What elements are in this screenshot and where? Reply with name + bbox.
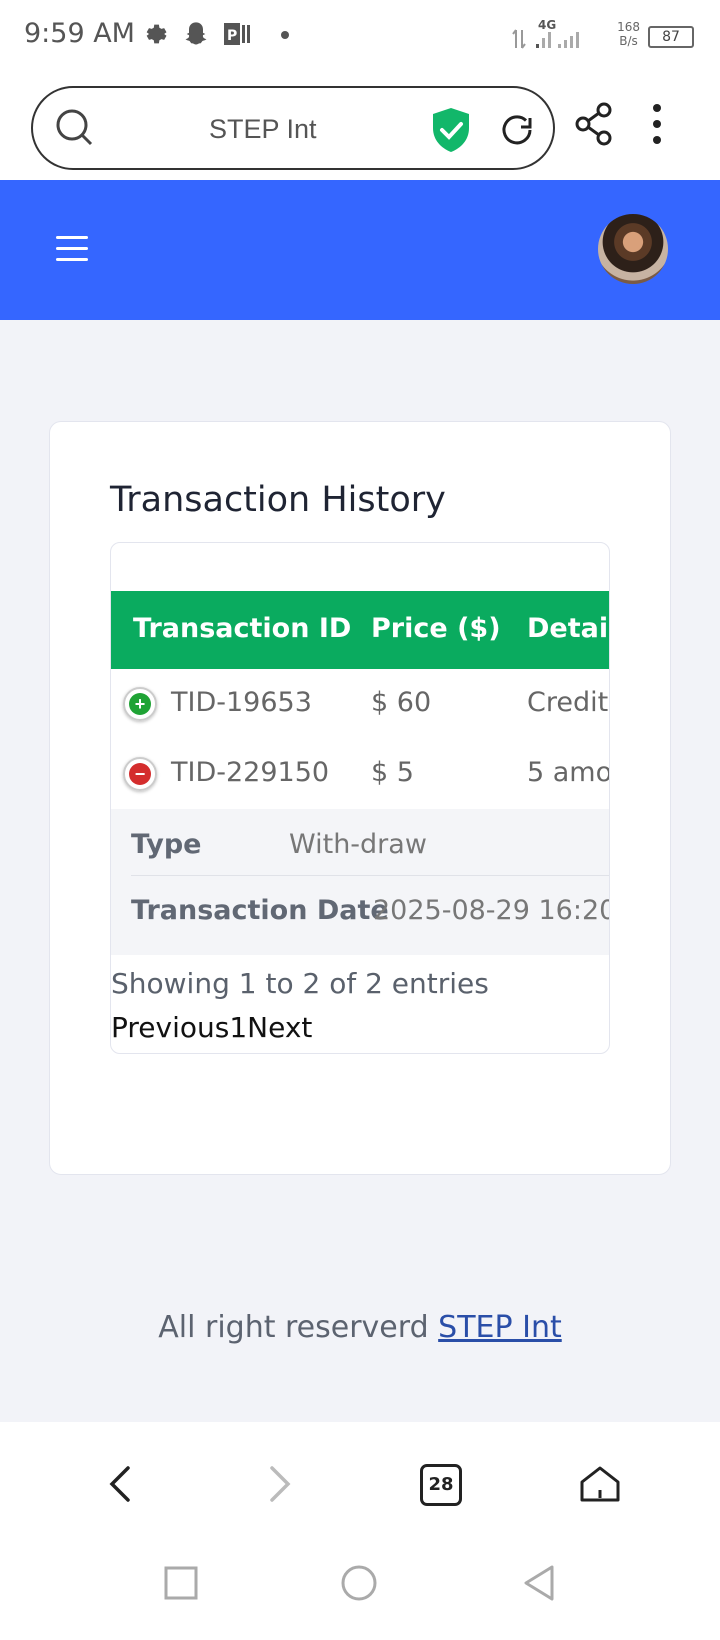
search-icon[interactable] [55,108,95,148]
tabs-count-button[interactable]: 28 [420,1464,462,1506]
settings-gear-icon [146,24,167,44]
detail-date-value: 2025-08-29 16:20 [373,895,610,926]
column-header-detail[interactable]: Detail [527,613,609,644]
shield-check-icon[interactable] [429,106,473,154]
browser-bottom-nav: 28 [0,1422,720,1542]
table-row[interactable]: + TID-19653 $ 60 Credit [111,669,609,740]
app-header [0,180,720,320]
forward-icon[interactable] [268,1464,292,1504]
transaction-price: $ 60 [371,687,432,718]
avatar[interactable] [598,214,668,284]
footer-text: All right reserverd [158,1310,439,1345]
svg-text:P: P [227,28,237,44]
url-text[interactable]: STEP Int [209,114,317,145]
transaction-price: $ 5 [371,757,414,788]
reload-icon[interactable] [497,110,537,150]
detail-type-label: Type [131,829,202,860]
home-icon[interactable] [578,1464,622,1504]
back-triangle-icon[interactable] [522,1564,556,1602]
pagination-previous[interactable]: Previous [111,1011,229,1044]
table-info: Showing 1 to 2 of 2 entries [111,967,489,1000]
network-speed-value: 168 [617,20,640,34]
footer-link[interactable]: STEP Int [438,1310,562,1345]
browser-toolbar: STEP Int [0,72,720,180]
system-nav-bar [0,1542,720,1640]
network-speed: 168 B/s [617,20,640,48]
expand-row-plus-icon[interactable]: + [123,687,157,721]
notification-dot-icon [281,31,289,39]
home-circle-icon[interactable] [340,1564,378,1602]
detail-type-value: With-draw [289,829,427,860]
recents-icon[interactable] [164,1566,198,1600]
status-time: 9:59 AM [24,18,135,49]
parking-app-icon: P [224,23,250,45]
transaction-detail: 5 amo [527,757,610,788]
transaction-id: TID-229150 [171,757,330,788]
menu-icon[interactable] [56,236,88,264]
battery-indicator: 87 [648,26,694,48]
transaction-id: TID-19653 [171,687,312,718]
back-icon[interactable] [108,1464,132,1504]
column-header-price[interactable]: Price ($) [371,613,501,644]
pagination-next[interactable]: Next [247,1011,312,1044]
address-bar[interactable]: STEP Int [31,86,555,170]
table-header: Transaction ID Price ($) Detail [111,591,609,671]
footer: All right reserverd STEP Int [0,1310,720,1345]
status-bar: 9:59 AM P 4G 168 B/s 87 [0,0,720,72]
collapse-row-minus-icon[interactable]: − [123,757,157,791]
snapchat-icon [185,22,207,45]
share-icon[interactable] [574,102,614,146]
column-header-transaction-id[interactable]: Transaction ID [133,613,351,644]
pagination-page-1[interactable]: 1 [229,1011,247,1044]
detail-divider [131,875,609,876]
network-speed-unit: B/s [619,34,638,48]
more-options-icon[interactable] [650,102,664,146]
page-title: Transaction History [110,480,446,520]
transaction-detail: Credit [527,687,609,718]
transaction-table: Transaction ID Price ($) Detail + TID-19… [110,542,610,1054]
row-details: Type With-draw Transaction Date 2025-08-… [111,809,610,955]
pagination: Previous1Next [111,1011,312,1044]
network-type: 4G [538,18,557,32]
detail-date-label: Transaction Date [131,895,389,926]
table-row[interactable]: − TID-229150 $ 5 5 amo [111,739,610,810]
